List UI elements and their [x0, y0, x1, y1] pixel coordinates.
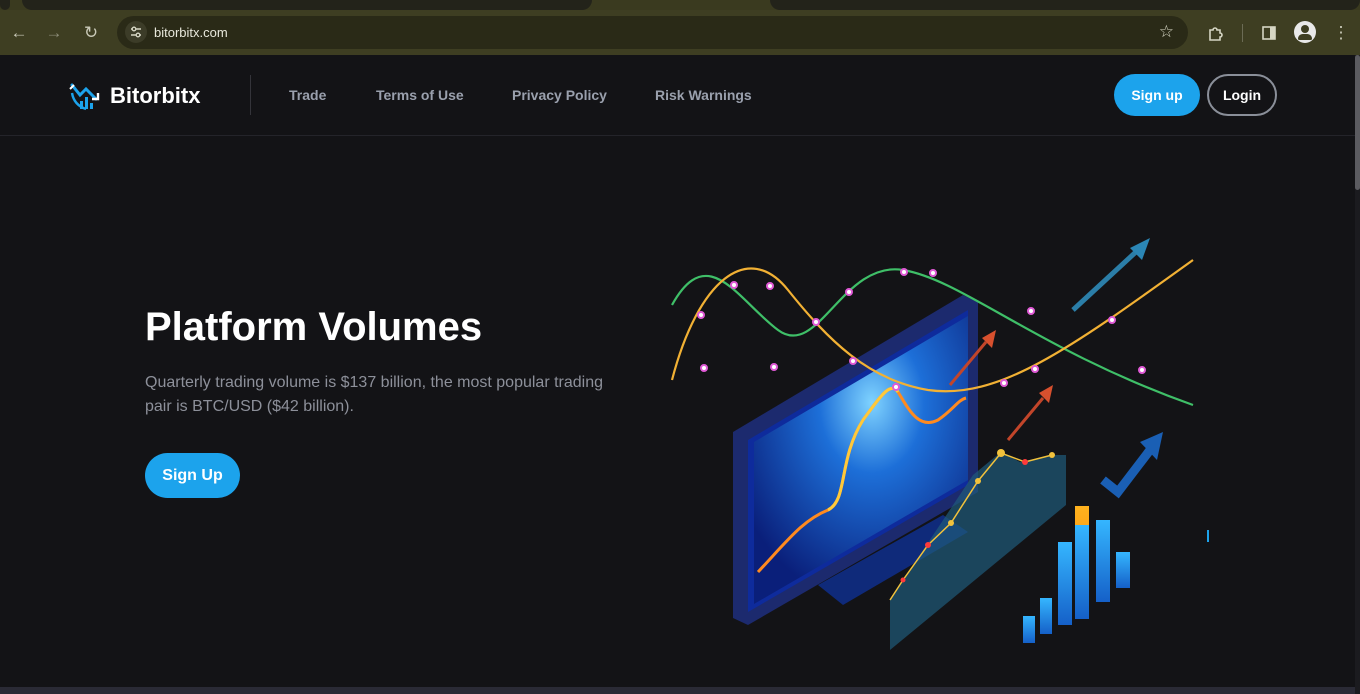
- login-button[interactable]: Login: [1207, 74, 1277, 116]
- web-page: Bitorbitx Trade Terms of Use Privacy Pol…: [0, 55, 1360, 694]
- next-section-edge: [0, 687, 1355, 694]
- logo-chart-icon: [69, 83, 100, 111]
- page-scrollbar[interactable]: [1355, 55, 1360, 694]
- nav-privacy-policy[interactable]: Privacy Policy: [512, 87, 607, 103]
- browser-toolbar: ← → ↻ bitorbitx.com ☆ ⋮: [0, 10, 1360, 55]
- tab-edge: [0, 0, 10, 10]
- scrollbar-thumb[interactable]: [1355, 55, 1360, 190]
- trading-monitor-illustration: [670, 238, 1209, 650]
- nav-terms-of-use[interactable]: Terms of Use: [376, 87, 464, 103]
- profile-icon[interactable]: [1294, 21, 1316, 43]
- signup-button[interactable]: Sign up: [1114, 74, 1200, 116]
- browser-tab[interactable]: [22, 0, 592, 10]
- site-settings-icon[interactable]: [125, 21, 147, 43]
- hero-signup-button[interactable]: Sign Up: [145, 453, 240, 498]
- side-panel-icon[interactable]: [1258, 22, 1280, 44]
- browser-tab[interactable]: [770, 0, 1360, 10]
- nav-divider: [250, 75, 251, 115]
- nav-trade[interactable]: Trade: [289, 87, 326, 103]
- menu-dots-icon[interactable]: ⋮: [1330, 22, 1352, 44]
- extensions-icon[interactable]: [1205, 22, 1227, 44]
- forward-arrow-icon[interactable]: →: [43, 22, 65, 44]
- site-header: Bitorbitx Trade Terms of Use Privacy Pol…: [0, 55, 1355, 136]
- brand-name: Bitorbitx: [110, 83, 201, 108]
- hero-description: Quarterly trading volume is $137 billion…: [145, 374, 604, 415]
- toolbar-separator: [1242, 24, 1243, 42]
- back-arrow-icon[interactable]: ←: [8, 22, 30, 44]
- browser-tab-strip: [0, 0, 1360, 10]
- star-icon[interactable]: ☆: [1159, 22, 1174, 42]
- reload-icon[interactable]: ↻: [80, 22, 102, 44]
- address-bar-url[interactable]: bitorbitx.com: [154, 25, 228, 40]
- site-logo[interactable]: Bitorbitx: [68, 79, 200, 113]
- nav-risk-warnings[interactable]: Risk Warnings: [655, 87, 752, 103]
- address-bar[interactable]: bitorbitx.com ☆: [117, 16, 1188, 49]
- hero-title: Platform Volumes: [145, 305, 483, 349]
